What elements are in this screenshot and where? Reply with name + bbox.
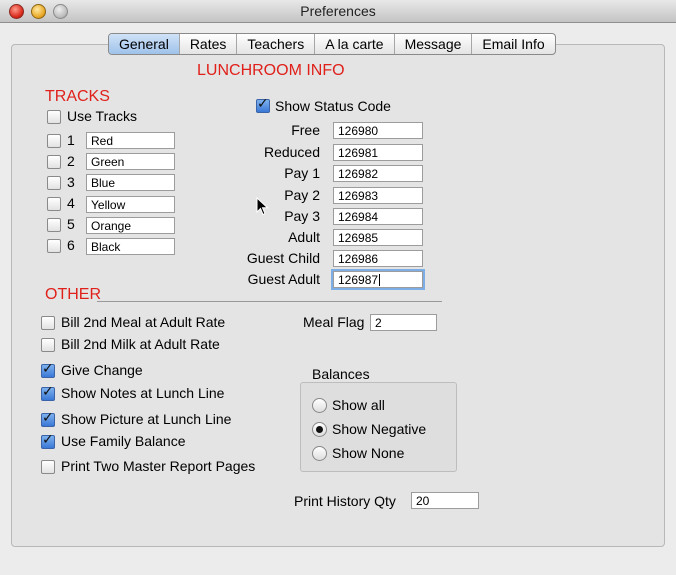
track-2-checkbox[interactable] — [47, 155, 61, 169]
tracks-heading: TRACKS — [45, 88, 110, 105]
guest-child-code-field[interactable]: 126986 — [333, 250, 423, 267]
lunchroom-info-heading: LUNCHROOM INFO — [197, 62, 345, 79]
tab-rates[interactable]: Rates — [180, 34, 238, 54]
pay-1-code-field[interactable]: 126982 — [333, 165, 423, 182]
show-negative-label: Show Negative — [332, 421, 427, 437]
print-history-qty-field[interactable]: 20 — [411, 492, 479, 509]
window-title: Preferences — [300, 3, 376, 19]
bill-2nd-meal-checkbox[interactable] — [41, 316, 55, 330]
reduced-label: Reduced — [263, 144, 320, 160]
show-notes-label: Show Notes at Lunch Line — [61, 385, 225, 401]
tab-teachers[interactable]: Teachers — [237, 34, 316, 54]
track-5-checkbox[interactable] — [47, 218, 61, 232]
print-two-master-label: Print Two Master Report Pages — [61, 458, 256, 474]
give-change-checkbox[interactable] — [41, 361, 55, 378]
pay-1-label: Pay 1 — [284, 165, 320, 181]
give-change-label: Give Change — [61, 362, 143, 378]
meal-flag-field[interactable]: 2 — [370, 314, 437, 331]
track-4-number: 4 — [67, 195, 75, 211]
adult-code-field[interactable]: 126985 — [333, 229, 423, 246]
pay-2-code-field[interactable]: 126983 — [333, 187, 423, 204]
bill-2nd-milk-checkbox[interactable] — [41, 338, 55, 352]
guest-adult-label: Guest Adult — [247, 271, 320, 287]
track-3-checkbox[interactable] — [47, 176, 61, 190]
track-4-checkbox[interactable] — [47, 197, 61, 211]
guest-adult-code-field[interactable]: 126987 — [331, 269, 425, 290]
track-1-checkbox[interactable] — [47, 134, 61, 148]
print-history-qty-label: Print History Qty — [294, 493, 396, 509]
track-5-name-field[interactable]: Orange — [86, 217, 175, 234]
use-family-balance-checkbox[interactable] — [41, 432, 55, 449]
guest-adult-code-value: 126987 — [338, 273, 379, 287]
track-6-number: 6 — [67, 237, 75, 253]
tab-a-la-carte[interactable]: A la carte — [315, 34, 395, 54]
tab-message[interactable]: Message — [395, 34, 473, 54]
tab-bar: General Rates Teachers A la carte Messag… — [108, 33, 556, 55]
tab-general[interactable]: General — [109, 34, 180, 54]
track-3-number: 3 — [67, 174, 75, 190]
track-2-name-field[interactable]: Green — [86, 153, 175, 170]
track-6-name-field[interactable]: Black — [86, 238, 175, 255]
show-all-label: Show all — [332, 397, 385, 413]
track-1-number: 1 — [67, 132, 75, 148]
show-notes-checkbox[interactable] — [41, 384, 55, 401]
show-status-code-label: Show Status Code — [275, 98, 391, 114]
track-3-name-field[interactable]: Blue — [86, 174, 175, 191]
show-picture-label: Show Picture at Lunch Line — [61, 411, 232, 427]
show-none-label: Show None — [332, 445, 405, 461]
show-none-radio[interactable] — [312, 446, 327, 461]
title-bar: Preferences — [0, 0, 676, 23]
use-tracks-label: Use Tracks — [67, 108, 138, 124]
show-all-radio[interactable] — [312, 398, 327, 413]
show-picture-checkbox[interactable] — [41, 410, 55, 427]
use-family-balance-label: Use Family Balance — [61, 433, 186, 449]
track-5-number: 5 — [67, 216, 75, 232]
pay-2-label: Pay 2 — [284, 187, 320, 203]
balances-label: Balances — [312, 366, 370, 382]
meal-flag-label: Meal Flag — [303, 314, 365, 330]
other-heading: OTHER — [45, 286, 101, 303]
track-4-name-field[interactable]: Yellow — [86, 196, 175, 213]
show-negative-radio[interactable] — [312, 422, 327, 437]
show-status-code-checkbox[interactable] — [256, 96, 270, 113]
free-label: Free — [291, 122, 320, 138]
use-tracks-checkbox[interactable] — [47, 110, 61, 124]
bill-2nd-meal-label: Bill 2nd Meal at Adult Rate — [61, 314, 226, 330]
bill-2nd-milk-label: Bill 2nd Milk at Adult Rate — [61, 336, 220, 352]
adult-label: Adult — [288, 229, 320, 245]
free-code-field[interactable]: 126980 — [333, 122, 423, 139]
tab-email-info[interactable]: Email Info — [472, 34, 554, 54]
reduced-code-field[interactable]: 126981 — [333, 144, 423, 161]
pay-3-code-field[interactable]: 126984 — [333, 208, 423, 225]
track-6-checkbox[interactable] — [47, 239, 61, 253]
print-two-master-checkbox[interactable] — [41, 460, 55, 474]
guest-child-label: Guest Child — [246, 250, 320, 266]
pay-3-label: Pay 3 — [284, 208, 320, 224]
other-divider — [97, 301, 442, 302]
text-caret — [379, 274, 381, 286]
track-1-name-field[interactable]: Red — [86, 132, 175, 149]
track-2-number: 2 — [67, 153, 75, 169]
mouse-pointer-icon — [256, 197, 269, 216]
